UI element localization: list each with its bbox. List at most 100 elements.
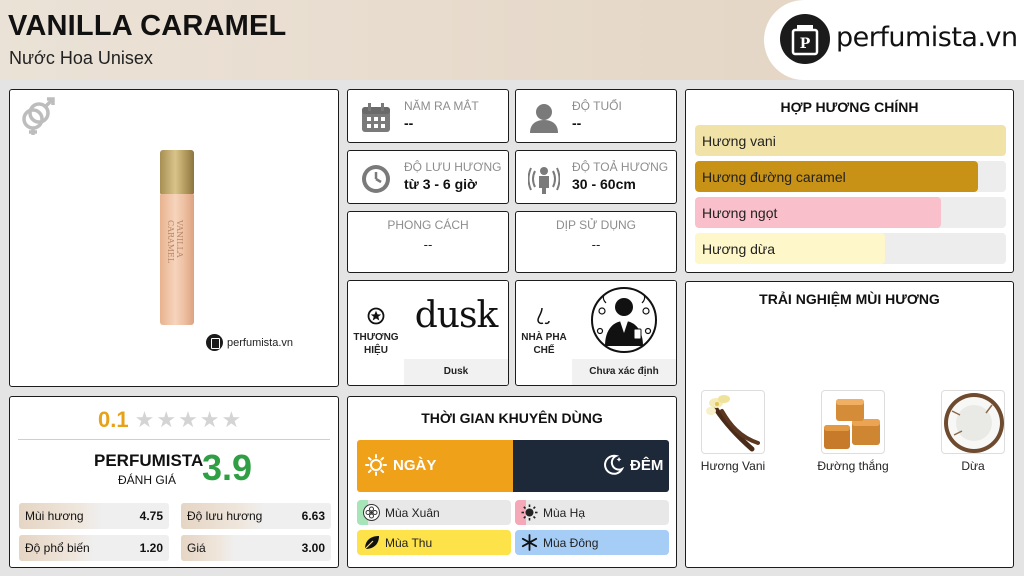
season-label: Mùa Đông (543, 536, 599, 550)
accord-label: Hương dừa (702, 241, 776, 257)
divider (18, 439, 330, 440)
metric-value: 6.63 (301, 509, 325, 523)
page-subtitle: Nước Hoa Unisex (9, 48, 153, 68)
perfumista-brand: PERFUMISTA (94, 451, 204, 470)
main-accords-card: HỢP HƯƠNG CHÍNH Hương vani Hương đường ca… (685, 89, 1014, 273)
user-score: 0.1 (98, 407, 129, 432)
accord-bar: Hương vani (695, 125, 1006, 156)
snowflake-icon (521, 534, 538, 551)
night-label: ĐÊM (630, 457, 664, 474)
flower-icon (363, 504, 380, 521)
experience-label-vanilla: Hương Vani (700, 459, 766, 473)
star-icon[interactable]: ★ (178, 409, 198, 431)
release-year-value: -- (404, 115, 414, 131)
logo-bottle-icon: P (780, 14, 830, 64)
clock-icon (360, 163, 392, 195)
brand-label-line2: HIỆU (364, 345, 388, 356)
site-logo[interactable]: P perfumista.vn (764, 0, 1024, 80)
accord-label: Hương ngọt (702, 205, 778, 221)
occasion-value: -- (591, 237, 601, 252)
recommended-time-card: THỜI GIAN KHUYÊN DÙNG NGÀY ĐÊM Mùa Xuân M… (347, 396, 677, 568)
day-label: NGÀY (393, 457, 437, 474)
leaf-icon (363, 534, 380, 551)
rating-metric: Giá 3.00 (181, 535, 331, 561)
bottle-label-text: VANILLA CARAMEL (166, 220, 184, 264)
season-flower: Mùa Xuân (357, 500, 511, 525)
perfumer-box[interactable]: NHÀ PHA CHẾ Chưa xác định (515, 280, 677, 386)
person-icon (528, 102, 560, 134)
gender-unisex-icon (18, 96, 58, 141)
header: VANILLA CARAMEL Nước Hoa Unisex P perfum… (0, 0, 1024, 80)
metric-label: Độ lưu hương (187, 509, 263, 523)
product-image-card: VANILLA CARAMEL perfumista.vn (9, 89, 339, 387)
svg-text:P: P (800, 36, 811, 52)
star-rating[interactable]: ★ ★ ★ ★ ★ (135, 409, 242, 431)
perfumer-name: Chưa xác định (572, 359, 676, 385)
accord-bar: Hương ngọt (695, 197, 1006, 228)
rating-metric: Độ lưu hương 6.63 (181, 503, 331, 529)
rating-card: 0.1 ★ ★ ★ ★ ★ PERFUMISTA ĐÁNH GIÁ 3.9 Mùi hư… (9, 396, 339, 568)
day-block: NGÀY (357, 440, 513, 492)
season-leaf: Mùa Thu (357, 530, 511, 555)
season-fill (357, 530, 511, 555)
star-icon[interactable]: ★ (156, 409, 176, 431)
release-year-label: NĂM RA MẮT (404, 99, 479, 113)
metric-value: 1.20 (139, 541, 163, 555)
coconut-icon (941, 390, 1005, 454)
accords-title: HỢP HƯƠNG CHÍNH (780, 99, 919, 115)
metric-label: Mùi hương (25, 509, 84, 523)
rating-metric: Độ phổ biến 1.20 (19, 535, 169, 561)
age-label: ĐỘ TUỔI (572, 99, 622, 113)
watermark-text: perfumista.vn (227, 336, 294, 349)
vanilla-icon (701, 390, 765, 454)
experience-label-caramel: Đường thắng (817, 459, 889, 473)
metric-label: Độ phổ biến (25, 541, 90, 555)
brand-box[interactable]: THƯƠNG HIỆU dusk Dusk (347, 280, 509, 386)
experience-label-coconut: Dừa (961, 459, 985, 473)
longevity-value: từ 3 - 6 giờ (404, 176, 477, 192)
accord-bar: Hương đường caramel (695, 161, 1006, 192)
sun-icon (521, 504, 538, 521)
experience-item-caramel[interactable]: Đường thắng (808, 390, 898, 474)
perfumista-sub: ĐÁNH GIÁ (118, 473, 177, 487)
metric-value: 3.00 (301, 541, 325, 555)
experience-item-coconut[interactable]: Dừa (928, 390, 1018, 474)
occasion-box: DỊP SỬ DỤNG -- (515, 211, 677, 273)
star-icon[interactable]: ★ (135, 409, 155, 431)
season-sun: Mùa Hạ (515, 500, 669, 525)
age-value: -- (572, 115, 582, 131)
experience-item-vanilla[interactable]: Hương Vani (688, 390, 778, 474)
brand-logo-word: dusk (414, 295, 499, 336)
longevity-box: ĐỘ LƯU HƯƠNG từ 3 - 6 giờ (347, 150, 509, 204)
perfumer-illustration-icon (591, 287, 657, 353)
perfumer-label-line1: NHÀ PHA (521, 332, 567, 343)
sillage-label: ĐỘ TOẢ HƯƠNG (572, 160, 669, 174)
perfumista-score: 3.9 (202, 447, 253, 488)
perfumer-portrait (572, 281, 676, 359)
style-box: PHONG CÁCH -- (347, 211, 509, 273)
scent-experience-card: TRẢI NGHIỆM MÙI HƯƠNG Hương Vani Đường t… (685, 281, 1014, 568)
age-box: ĐỘ TUỔI -- (515, 89, 677, 143)
sillage-box: ĐỘ TOẢ HƯƠNG 30 - 60cm (515, 150, 677, 204)
perfumer-label-line2: CHẾ (533, 345, 555, 356)
logo-text: perfumista.vn (836, 22, 1018, 53)
season-label: Mùa Thu (385, 536, 433, 550)
star-icon[interactable]: ★ (200, 409, 220, 431)
rating-metric: Mùi hương 4.75 (19, 503, 169, 529)
season-label: Mùa Xuân (385, 506, 440, 520)
accord-bar: Hương dừa (695, 233, 1006, 264)
metric-label: Giá (187, 541, 206, 555)
star-badge-icon (367, 307, 385, 330)
sillage-value: 30 - 60cm (572, 176, 636, 192)
occasion-label: DỊP SỬ DỤNG (555, 218, 637, 232)
watermark-logo-icon (206, 334, 223, 351)
experience-title: TRẢI NGHIỆM MÙI HƯƠNG (759, 291, 940, 307)
calendar-icon (360, 102, 392, 134)
brand-name: Dusk (404, 359, 508, 385)
nose-icon (536, 307, 552, 332)
brand-logo: dusk (404, 281, 508, 359)
star-icon[interactable]: ★ (222, 409, 242, 431)
page-title: VANILLA CARAMEL (8, 10, 287, 42)
caramel-icon (821, 390, 885, 454)
release-year-box: NĂM RA MẮT -- (347, 89, 509, 143)
